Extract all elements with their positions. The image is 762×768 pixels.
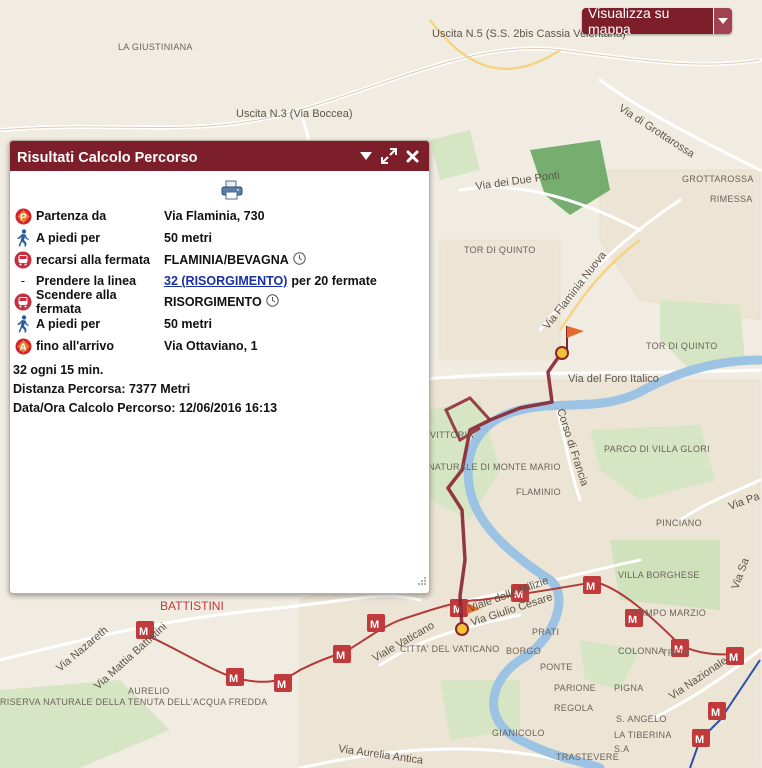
step-key: recarsi alla fermata [36, 253, 150, 267]
svg-text:REGOLA: REGOLA [554, 703, 593, 713]
collapse-icon[interactable] [356, 146, 376, 166]
step-key: Prendere la linea [36, 274, 137, 288]
svg-text:NATURALE DI MONTE MARIO: NATURALE DI MONTE MARIO [428, 462, 561, 472]
step-key: A piedi per [36, 231, 101, 245]
step-key: Scendere alla fermata [36, 288, 117, 316]
panel-header[interactable]: Risultati Calcolo Percorso [10, 141, 429, 171]
step-value: RISORGIMENTO [164, 295, 262, 309]
svg-text:M: M [277, 679, 286, 691]
step-walk: A piedi per 50 metri [10, 227, 429, 249]
panel-title: Risultati Calcolo Percorso [17, 149, 198, 166]
svg-text:M: M [336, 650, 345, 662]
svg-text:RIMESSA: RIMESSA [710, 194, 753, 204]
svg-text:GROTTAROSSA: GROTTAROSSA [682, 174, 754, 184]
printer-icon[interactable] [221, 180, 243, 203]
datetime-text: Data/Ora Calcolo Percorso: 12/06/2016 16… [13, 401, 278, 415]
svg-text:Uscita N.3 (Via Boccea): Uscita N.3 (Via Boccea) [236, 108, 353, 120]
svg-text:Via del Foro Italico: Via del Foro Italico [568, 373, 659, 385]
svg-text:PONTE: PONTE [540, 662, 573, 672]
svg-text:BORGO: BORGO [506, 646, 541, 656]
svg-text:TOR DI QUINTO: TOR DI QUINTO [464, 245, 536, 255]
step-value: 50 metri [164, 231, 212, 245]
svg-text:FLAMINIO: FLAMINIO [516, 487, 561, 497]
svg-text:PRATI: PRATI [532, 627, 559, 637]
walk-icon [13, 228, 33, 248]
svg-text:M: M [229, 673, 238, 685]
step-start: P Partenza da Via Flaminia, 730 [10, 205, 429, 227]
bus-line-link[interactable]: 32 (RISORGIMENTO) [164, 274, 287, 288]
svg-text:PARCO DI VILLA GLORI: PARCO DI VILLA GLORI [604, 444, 710, 454]
svg-text:AURELIO: AURELIO [128, 686, 170, 696]
svg-text:LA GIUSTINIANA: LA GIUSTINIANA [118, 42, 193, 52]
svg-text:RISERVA NATURALE DELLA TENUTA: RISERVA NATURALE DELLA TENUTA DELL'ACQUA… [0, 697, 268, 707]
resize-grip-icon[interactable] [417, 573, 427, 591]
svg-text:M: M [695, 734, 704, 746]
svg-text:S.A: S.A [614, 744, 629, 754]
svg-text:CAMPO MARZIO: CAMPO MARZIO [632, 608, 706, 618]
svg-text:COLONNA: COLONNA [618, 646, 665, 656]
step-value: FLAMINIA/BEVAGNA [164, 253, 289, 267]
step-value-wrap: RISORGIMENTO [164, 294, 279, 310]
bus-stop-icon [13, 250, 33, 270]
maximize-icon[interactable] [379, 146, 399, 166]
metro-station-label: BATTISTINI [160, 599, 224, 613]
step-walk: A piedi per 50 metri [10, 313, 429, 335]
svg-text:PARIONE: PARIONE [554, 683, 596, 693]
step-value: Via Ottaviano, 1 [164, 339, 258, 353]
view-on-map-label: Visualizza su mappa [582, 8, 713, 34]
panel-body: P Partenza da Via Flaminia, 730 A piedi … [10, 171, 429, 418]
svg-text:PIGNA: PIGNA [614, 683, 644, 693]
step-suffix: per 20 fermate [291, 274, 377, 288]
bus-stop-icon [13, 292, 33, 312]
frequency-text: 32 ogni 15 min. [13, 363, 104, 377]
step-value-wrap: FLAMINIA/BEVAGNA [164, 252, 306, 268]
step-key: A piedi per [36, 317, 101, 331]
step-value-wrap: 32 (RISORGIMENTO) per 20 fermate [164, 274, 377, 288]
svg-text:TOR DI QUINTO: TOR DI QUINTO [646, 341, 718, 351]
svg-text:GIANICOLO: GIANICOLO [492, 728, 545, 738]
svg-text:VILLA BORGHESE: VILLA BORGHESE [618, 570, 700, 580]
svg-text:P: P [20, 212, 27, 223]
start-p-icon: P [13, 206, 33, 226]
route-results-panel[interactable]: Risultati Calcolo Percorso P Partenza da… [9, 140, 430, 594]
svg-text:A: A [19, 342, 26, 353]
step-key: fino all'arrivo [36, 339, 114, 353]
view-on-map-button[interactable]: Visualizza su mappa [582, 8, 732, 34]
clock-icon[interactable] [293, 252, 306, 268]
step-key: Partenza da [36, 209, 107, 223]
arrival-a-icon: A [13, 336, 33, 356]
clock-icon[interactable] [266, 294, 279, 310]
step-go-to-stop: recarsi alla fermata FLAMINIA/BEVAGNA [10, 249, 429, 271]
svg-text:TRASTEVERE: TRASTEVERE [556, 752, 619, 762]
step-value: Via Flaminia, 730 [164, 209, 265, 223]
svg-text:VITTORIA: VITTORIA [430, 430, 474, 440]
svg-text:CITTA' DEL VATICANO: CITTA' DEL VATICANO [400, 644, 500, 654]
svg-text:M: M [729, 652, 738, 664]
svg-text:PINCIANO: PINCIANO [656, 518, 702, 528]
distance-text: Distanza Percorsa: 7377 Metri [13, 382, 191, 396]
svg-text:M: M [586, 581, 595, 593]
step-arrival: A fino all'arrivo Via Ottaviano, 1 [10, 335, 429, 357]
step-dash: - [20, 274, 26, 288]
svg-text:M: M [370, 619, 379, 631]
svg-text:S. ANGELO: S. ANGELO [616, 714, 667, 724]
svg-text:LA TIBERINA: LA TIBERINA [614, 730, 672, 740]
walk-icon [13, 314, 33, 334]
svg-text:TREVI: TREVI [662, 648, 690, 658]
close-icon[interactable] [402, 146, 422, 166]
svg-text:M: M [711, 707, 720, 719]
step-get-off: Scendere alla fermata RISORGIMENTO [10, 288, 429, 316]
chevron-down-icon[interactable] [713, 8, 732, 34]
step-value: 50 metri [164, 317, 212, 331]
